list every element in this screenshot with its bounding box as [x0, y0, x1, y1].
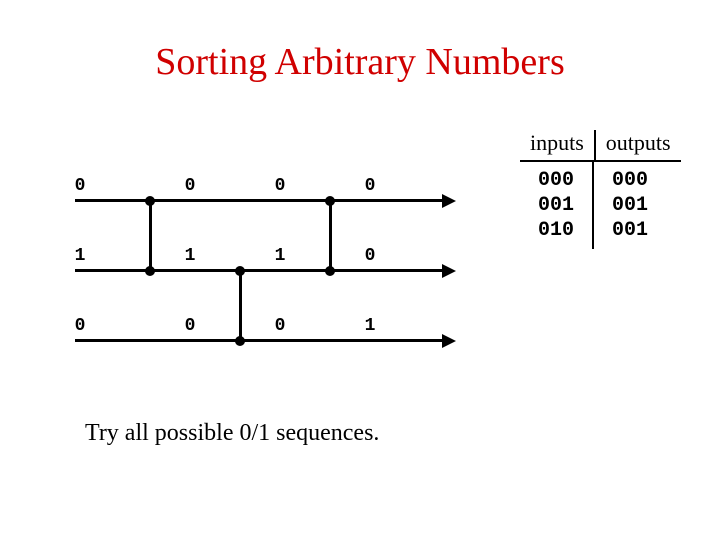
- comparator-dot: [325, 196, 335, 206]
- comparator-dot: [235, 266, 245, 276]
- wire-value: 0: [365, 246, 376, 266]
- wire-value: 0: [75, 176, 86, 196]
- io-outputs-col: 000 001 001: [594, 162, 666, 249]
- io-output-row: 000: [612, 168, 648, 193]
- io-header-outputs: outputs: [596, 130, 681, 160]
- wire-value: 0: [365, 176, 376, 196]
- comparator-1: [149, 200, 152, 270]
- wire-value: 0: [75, 316, 86, 336]
- io-header-inputs: inputs: [520, 130, 596, 160]
- comparator-3: [329, 200, 332, 270]
- io-input-row: 001: [538, 193, 574, 218]
- wire-value: 0: [185, 316, 196, 336]
- wire-value: 0: [275, 316, 286, 336]
- comparator-2: [239, 270, 242, 340]
- arrow-icon: [442, 264, 456, 278]
- wire-2: [75, 339, 445, 342]
- io-output-row: 001: [612, 218, 648, 243]
- wire-1: [75, 269, 445, 272]
- wire-value: 0: [185, 176, 196, 196]
- io-input-row: 010: [538, 218, 574, 243]
- sorting-network-diagram: 0 0 0 0 1 1 1 0 0 0 0 1: [60, 170, 460, 390]
- io-input-row: 000: [538, 168, 574, 193]
- wire-value: 1: [365, 316, 376, 336]
- comparator-dot: [325, 266, 335, 276]
- comparator-dot: [145, 196, 155, 206]
- wire-0: [75, 199, 445, 202]
- arrow-icon: [442, 194, 456, 208]
- caption: Try all possible 0/1 sequences.: [85, 420, 379, 447]
- comparator-dot: [235, 336, 245, 346]
- wire-value: 1: [185, 246, 196, 266]
- io-output-row: 001: [612, 193, 648, 218]
- wire-value: 1: [75, 246, 86, 266]
- wire-value: 0: [275, 176, 286, 196]
- comparator-dot: [145, 266, 155, 276]
- slide-title: Sorting Arbitrary Numbers: [0, 40, 720, 84]
- io-table: inputs outputs 000 001 010 000 001 001: [520, 130, 681, 249]
- wire-value: 1: [275, 246, 286, 266]
- io-inputs-col: 000 001 010: [520, 162, 594, 249]
- arrow-icon: [442, 334, 456, 348]
